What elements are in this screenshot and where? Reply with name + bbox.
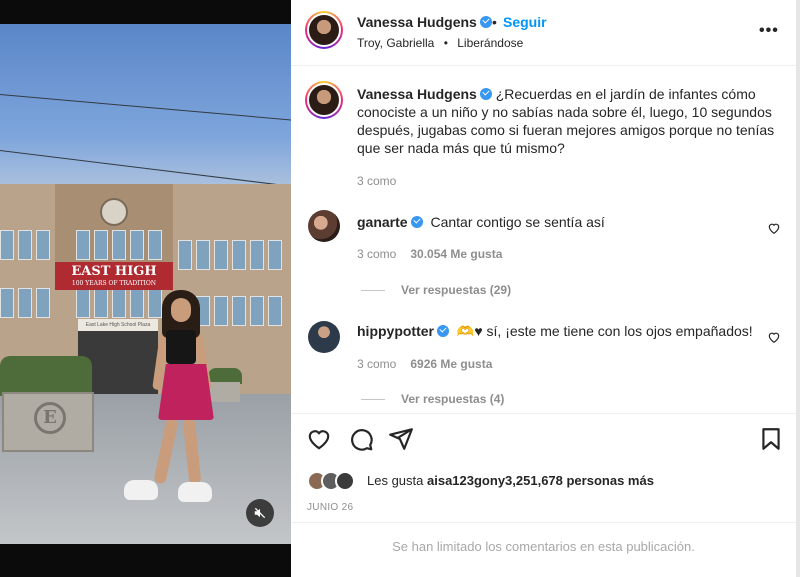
follow-button[interactable]: Seguir — [503, 14, 547, 30]
post-side-panel: Vanessa Hudgens • Seguir Troy, Gabriella… — [291, 0, 800, 577]
speaker-muted-icon — [254, 507, 266, 519]
avatar[interactable] — [305, 11, 343, 49]
east-high-sign: EAST HIGH 100 YEARS OF TRADITION — [55, 262, 173, 290]
share-send-icon[interactable] — [388, 426, 414, 452]
verified-badge-icon — [479, 16, 492, 28]
separator-dot: • — [492, 14, 497, 30]
comment-text: Cantar contigo se sentía así — [430, 214, 605, 230]
comment-likes[interactable]: 30.054 Me gusta — [410, 247, 502, 261]
likes-summary[interactable]: Les gusta aisa123gony3,251,678 personas … — [367, 473, 654, 488]
clock-icon — [100, 198, 128, 226]
caption-time: 3 como — [357, 174, 397, 188]
bookmark-save-icon[interactable] — [758, 426, 784, 452]
audio-link[interactable]: Liberándose — [457, 36, 523, 50]
post-date: JUNIO 26 — [307, 502, 354, 513]
person-figure — [124, 290, 220, 510]
comments-limited-notice: Se han limitado los comentarios en esta … — [291, 522, 796, 577]
liker-avatars[interactable] — [307, 470, 355, 492]
like-heart-icon[interactable] — [767, 330, 781, 344]
entrance-sign: East Lake High School Plaza — [78, 319, 158, 331]
post-header: Vanessa Hudgens • Seguir Troy, Gabriella… — [291, 0, 796, 66]
verified-badge-icon — [437, 325, 449, 337]
username-link[interactable]: Vanessa Hudgens — [357, 14, 492, 30]
verified-badge-icon — [479, 88, 492, 100]
comments-list[interactable]: Vanessa Hudgens ¿Recuerdas en el jardín … — [291, 67, 796, 413]
view-replies-button[interactable]: Ver respuestas (4) — [361, 392, 504, 406]
comment-bubble-icon[interactable] — [348, 426, 374, 452]
window-row — [76, 230, 162, 260]
caption: Vanessa Hudgens ¿Recuerdas en el jardín … — [357, 85, 777, 157]
username-link[interactable]: hippypotter — [357, 323, 434, 339]
like-heart-icon[interactable] — [306, 426, 332, 452]
comment-meta: 3 como 6926 Me gusta — [357, 357, 492, 371]
bush — [0, 356, 92, 396]
liker-username-link[interactable]: aisa123gony — [427, 473, 505, 488]
avatar[interactable] — [308, 210, 340, 242]
username-link[interactable]: Vanessa Hudgens — [357, 86, 477, 102]
comment-text: 🫶♥ sí, ¡este me tiene con los ojos empañ… — [456, 323, 753, 339]
verified-badge-icon — [410, 216, 423, 228]
power-line — [0, 150, 291, 188]
mute-button[interactable] — [246, 499, 274, 527]
avatar — [335, 471, 355, 491]
likes-count-link[interactable]: 3,251,678 personas más — [505, 473, 654, 488]
separator-dot: • — [443, 36, 448, 50]
comment: hippypotter 🫶♥ sí, ¡este me tiene con lo… — [357, 322, 757, 340]
tagged-users-link[interactable]: Troy, Gabriella — [357, 36, 434, 50]
avatar[interactable] — [308, 321, 340, 353]
avatar[interactable] — [305, 81, 343, 119]
view-replies-button[interactable]: Ver respuestas (29) — [361, 283, 511, 297]
comment-likes[interactable]: 6926 Me gusta — [410, 357, 492, 371]
more-options-icon[interactable]: ••• — [759, 22, 779, 40]
comment-time: 3 como — [357, 247, 397, 261]
like-heart-icon[interactable] — [767, 221, 781, 235]
power-line — [0, 94, 291, 122]
username-link[interactable]: ganarte — [357, 214, 408, 230]
window-row — [0, 288, 50, 318]
post-media[interactable]: EAST HIGH 100 YEARS OF TRADITION East La… — [0, 0, 291, 577]
window-row — [0, 230, 50, 260]
comment: ganarte Cantar contigo se sentía así — [357, 213, 757, 231]
comment-meta: 3 como 30.054 Me gusta — [357, 247, 502, 261]
planter-letter: E — [34, 402, 66, 434]
comment-time: 3 como — [357, 357, 397, 371]
post-modal: EAST HIGH 100 YEARS OF TRADITION East La… — [0, 0, 800, 577]
post-photo: EAST HIGH 100 YEARS OF TRADITION East La… — [0, 24, 291, 544]
post-actions: Les gusta aisa123gony3,251,678 personas … — [291, 413, 796, 577]
window-row — [178, 240, 282, 270]
post-subtitle: Troy, Gabriella • Liberándose — [357, 36, 523, 50]
